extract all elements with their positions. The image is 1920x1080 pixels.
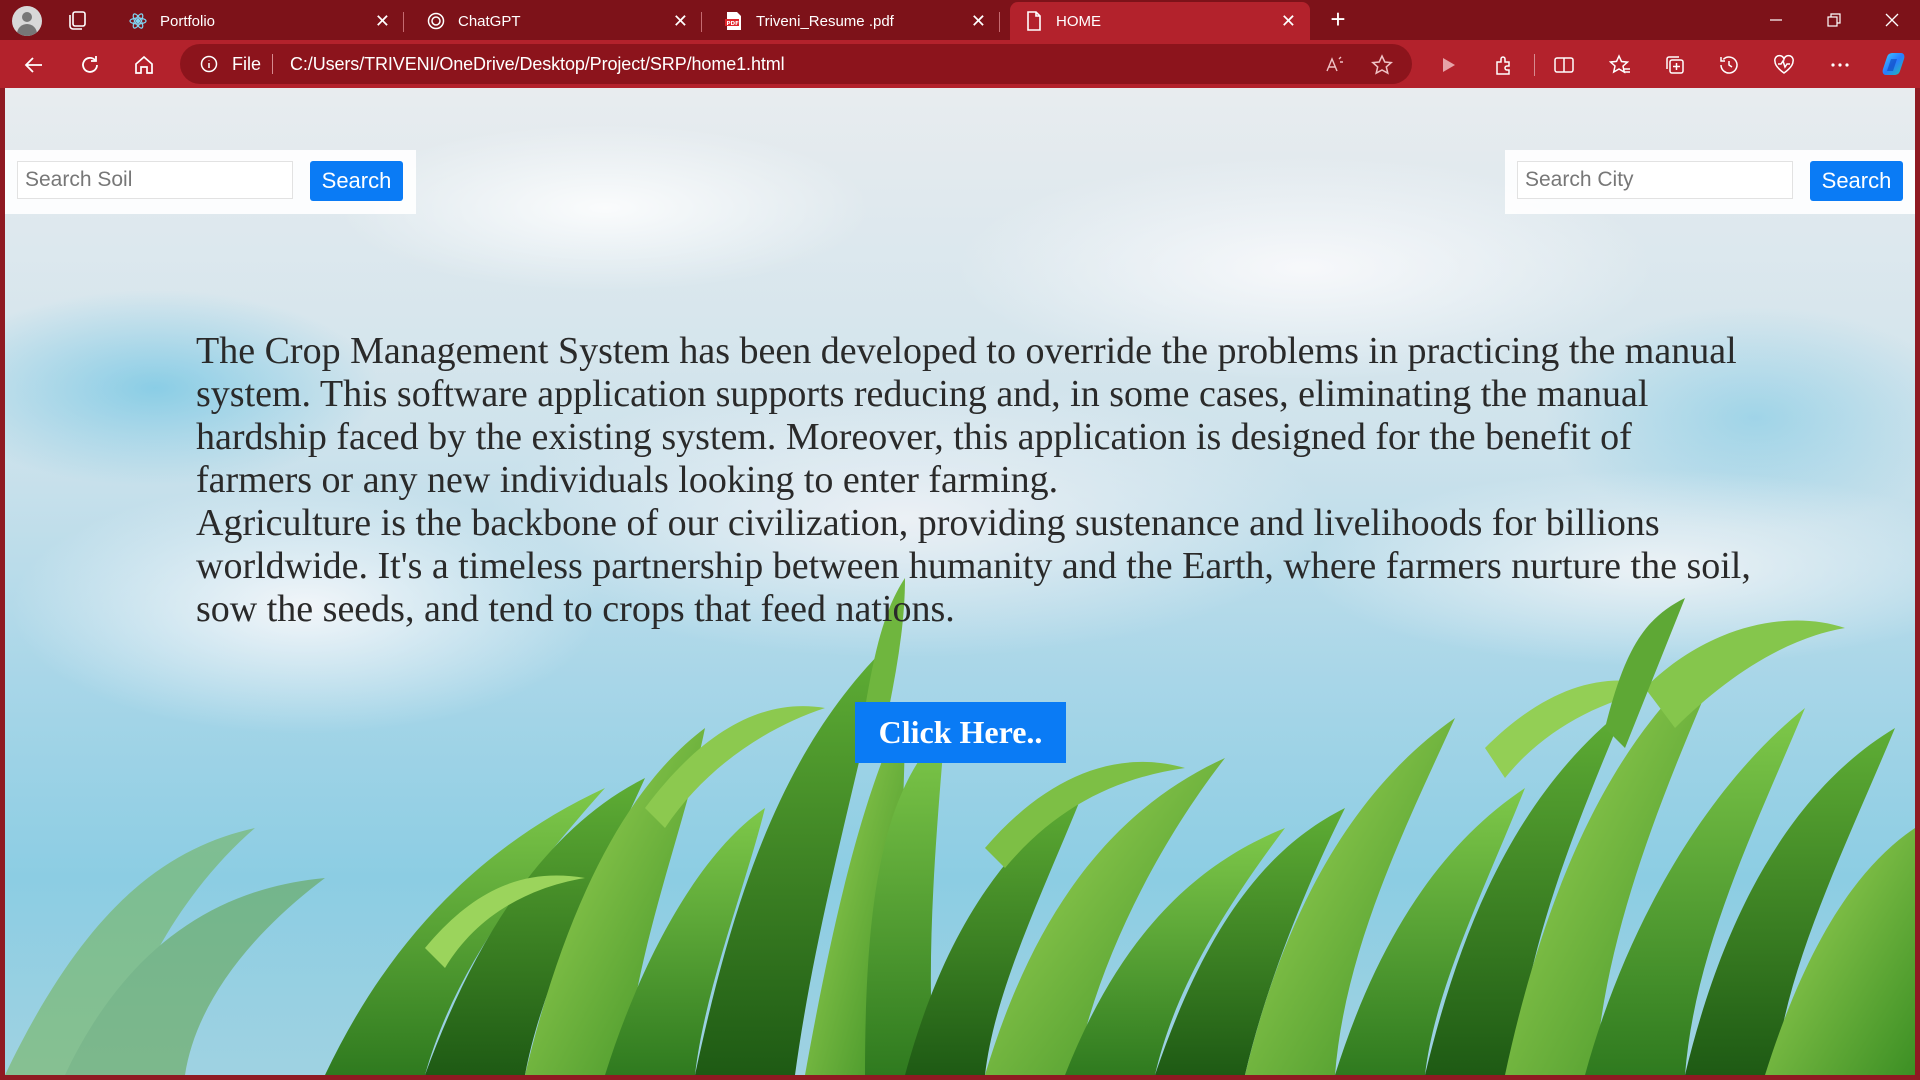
address-bar[interactable]: File C:/Users/TRIVENI/OneDrive/Desktop/P… bbox=[180, 44, 1412, 84]
copilot-icon[interactable] bbox=[1880, 51, 1908, 79]
react-icon bbox=[128, 11, 148, 31]
tab-strip: Portfolio ✕ ChatGPT ✕ PDF Triveni_Resume… bbox=[0, 0, 1920, 40]
back-button[interactable] bbox=[18, 49, 50, 81]
refresh-icon bbox=[82, 56, 98, 73]
close-icon bbox=[1885, 13, 1899, 27]
agriculture-paragraph: Agriculture is the backbone of our civil… bbox=[196, 502, 1751, 630]
soil-search-input[interactable] bbox=[17, 161, 293, 199]
workspaces-icon[interactable] bbox=[66, 10, 88, 30]
close-tab-icon[interactable]: ✕ bbox=[673, 12, 688, 30]
profile-avatar-icon[interactable] bbox=[12, 6, 42, 36]
chatgpt-icon bbox=[426, 11, 446, 31]
performance-icon[interactable] bbox=[1770, 51, 1798, 79]
soil-search-button[interactable]: Search bbox=[310, 161, 403, 201]
home-button[interactable] bbox=[128, 49, 160, 81]
info-icon[interactable] bbox=[200, 55, 218, 73]
back-arrow-icon bbox=[24, 57, 42, 73]
read-aloud-icon[interactable] bbox=[1322, 53, 1346, 77]
more-options-icon[interactable] bbox=[1826, 51, 1854, 79]
close-tab-icon[interactable]: ✕ bbox=[971, 12, 986, 30]
svg-text:PDF: PDF bbox=[727, 21, 740, 27]
close-tab-icon[interactable]: ✕ bbox=[1281, 12, 1296, 30]
close-window-button[interactable] bbox=[1864, 0, 1920, 40]
city-search-button[interactable]: Search bbox=[1810, 161, 1903, 201]
tab-chatgpt[interactable]: ChatGPT ✕ bbox=[412, 2, 702, 40]
tab-resume-pdf[interactable]: PDF Triveni_Resume .pdf ✕ bbox=[710, 2, 1000, 40]
city-search-form: Search bbox=[1505, 150, 1915, 214]
favorites-icon[interactable] bbox=[1606, 51, 1634, 79]
favorite-star-icon[interactable] bbox=[1370, 53, 1394, 77]
media-play-icon[interactable] bbox=[1434, 51, 1462, 79]
url-text[interactable]: C:/Users/TRIVENI/OneDrive/Desktop/Projec… bbox=[290, 54, 785, 75]
close-tab-icon[interactable]: ✕ bbox=[375, 12, 390, 30]
new-tab-button[interactable]: + bbox=[1324, 6, 1352, 34]
tab-title: ChatGPT bbox=[458, 12, 521, 30]
click-here-button[interactable]: Click Here.. bbox=[855, 702, 1066, 763]
city-search-input[interactable] bbox=[1517, 161, 1793, 199]
toolbar-divider bbox=[1534, 54, 1535, 76]
minimize-icon bbox=[1770, 19, 1782, 21]
tab-title: Portfolio bbox=[160, 12, 216, 30]
scheme-label: File bbox=[232, 54, 262, 74]
split-screen-icon[interactable] bbox=[1550, 51, 1578, 79]
restore-button[interactable] bbox=[1806, 0, 1862, 40]
intro-paragraph: The Crop Management System has been deve… bbox=[196, 330, 1737, 501]
minimize-button[interactable] bbox=[1748, 0, 1804, 40]
home-icon bbox=[135, 55, 153, 74]
tab-title: Triveni_Resume .pdf bbox=[756, 12, 894, 30]
collections-icon[interactable] bbox=[1661, 51, 1689, 79]
tab-title: HOME bbox=[1056, 12, 1101, 30]
tab-home[interactable]: HOME ✕ bbox=[1010, 2, 1310, 40]
pdf-icon: PDF bbox=[724, 11, 744, 31]
page-icon bbox=[1024, 11, 1044, 31]
browser-toolbar: File C:/Users/TRIVENI/OneDrive/Desktop/P… bbox=[0, 40, 1920, 88]
restore-icon bbox=[1827, 13, 1841, 27]
extensions-icon[interactable] bbox=[1490, 51, 1518, 79]
description-text: The Crop Management System has been deve… bbox=[196, 330, 1756, 631]
history-icon[interactable] bbox=[1715, 51, 1743, 79]
page-viewport: Search Search The Crop Management System… bbox=[5, 88, 1915, 1075]
soil-search-form: Search bbox=[5, 150, 416, 214]
tab-portfolio[interactable]: Portfolio ✕ bbox=[114, 2, 404, 40]
refresh-button[interactable] bbox=[74, 49, 106, 81]
divider bbox=[272, 54, 273, 74]
